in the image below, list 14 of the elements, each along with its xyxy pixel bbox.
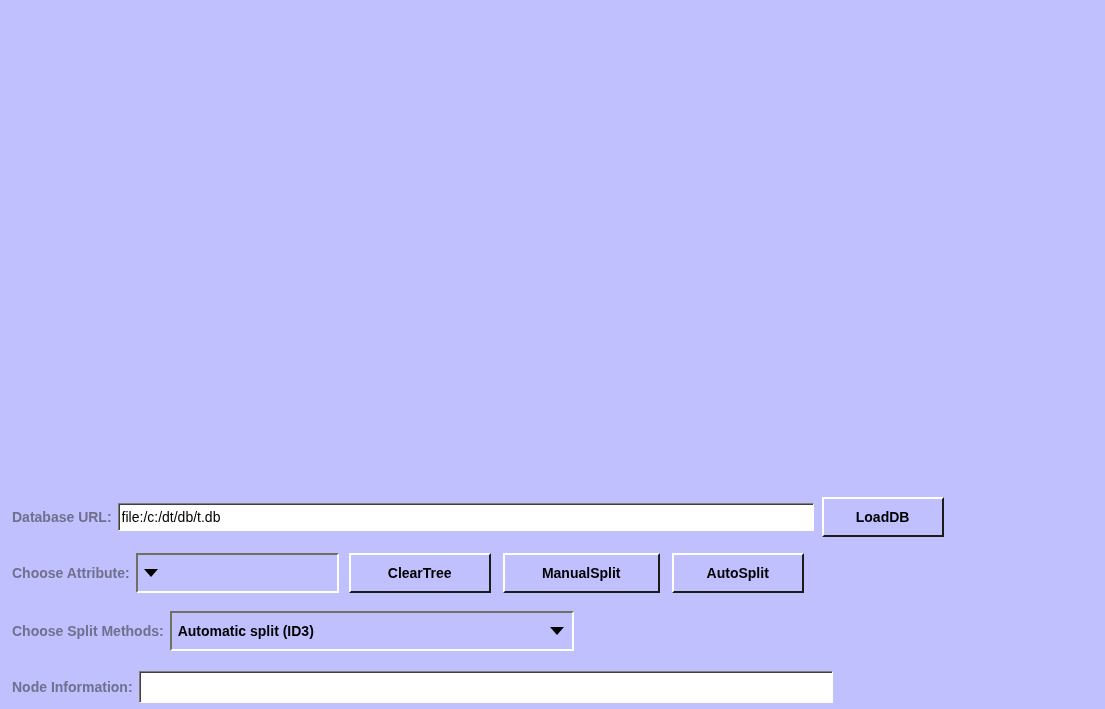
split-method-dropdown[interactable]: Automatic split (ID3) xyxy=(169,611,574,651)
load-db-button[interactable]: LoadDB xyxy=(821,497,944,537)
field-label: Node Information: xyxy=(12,679,133,695)
node-information-field[interactable] xyxy=(138,671,833,703)
field-label: Choose Split Methods: xyxy=(12,623,164,639)
caret-icon xyxy=(143,569,158,577)
attribute-dropdown[interactable] xyxy=(135,553,339,593)
action-button[interactable]: AutoSplit xyxy=(671,553,804,593)
field-label: Choose Attribute: xyxy=(12,565,130,581)
action-button[interactable]: ManualSplit xyxy=(502,553,660,593)
database-url-field[interactable]: file:/c:/dt/db/t.db xyxy=(117,503,814,531)
action-button[interactable]: ClearTree xyxy=(348,553,491,593)
field-label: Database URL: xyxy=(12,509,112,525)
caret-icon xyxy=(549,627,564,635)
